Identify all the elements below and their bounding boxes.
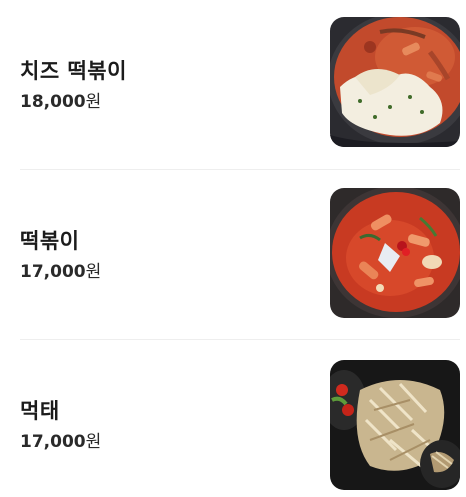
menu-item-name: 떡볶이: [20, 229, 80, 253]
menu-list: 치즈 떡볶이 18,000원 떡볶이 17,000원 먹태 17,000원: [0, 0, 466, 497]
menu-item-price: 17,000원: [20, 261, 101, 283]
menu-item-meoktae[interactable]: 먹태 17,000원: [0, 340, 466, 497]
dried-pollack-image: [330, 360, 460, 490]
price-currency: 원: [85, 92, 102, 112]
menu-item-price: 18,000원: [20, 91, 127, 113]
menu-item-info: 치즈 떡볶이 18,000원: [20, 57, 127, 113]
menu-item-cheese-tteokbokki[interactable]: 치즈 떡볶이 18,000원: [0, 0, 466, 170]
menu-item-price: 17,000원: [20, 431, 101, 453]
menu-item-tteokbokki[interactable]: 떡볶이 17,000원: [0, 170, 466, 340]
tteokbokki-image: [330, 188, 460, 318]
price-value: 17,000: [20, 262, 86, 282]
menu-item-name: 치즈 떡볶이: [20, 59, 127, 83]
tteokbokki-photo[interactable]: [330, 188, 460, 318]
dried-pollack-photo[interactable]: [330, 360, 460, 490]
menu-item-name: 먹태: [20, 399, 60, 423]
price-value: 18,000: [20, 92, 86, 112]
price-currency: 원: [85, 432, 102, 452]
menu-item-info: 떡볶이 17,000원: [20, 227, 101, 283]
price-currency: 원: [85, 262, 102, 282]
menu-item-info: 먹태 17,000원: [20, 397, 101, 453]
price-value: 17,000: [20, 432, 86, 452]
cheese-tteokbokki-photo[interactable]: [330, 17, 460, 147]
cheese-tteokbokki-image: [330, 17, 460, 147]
